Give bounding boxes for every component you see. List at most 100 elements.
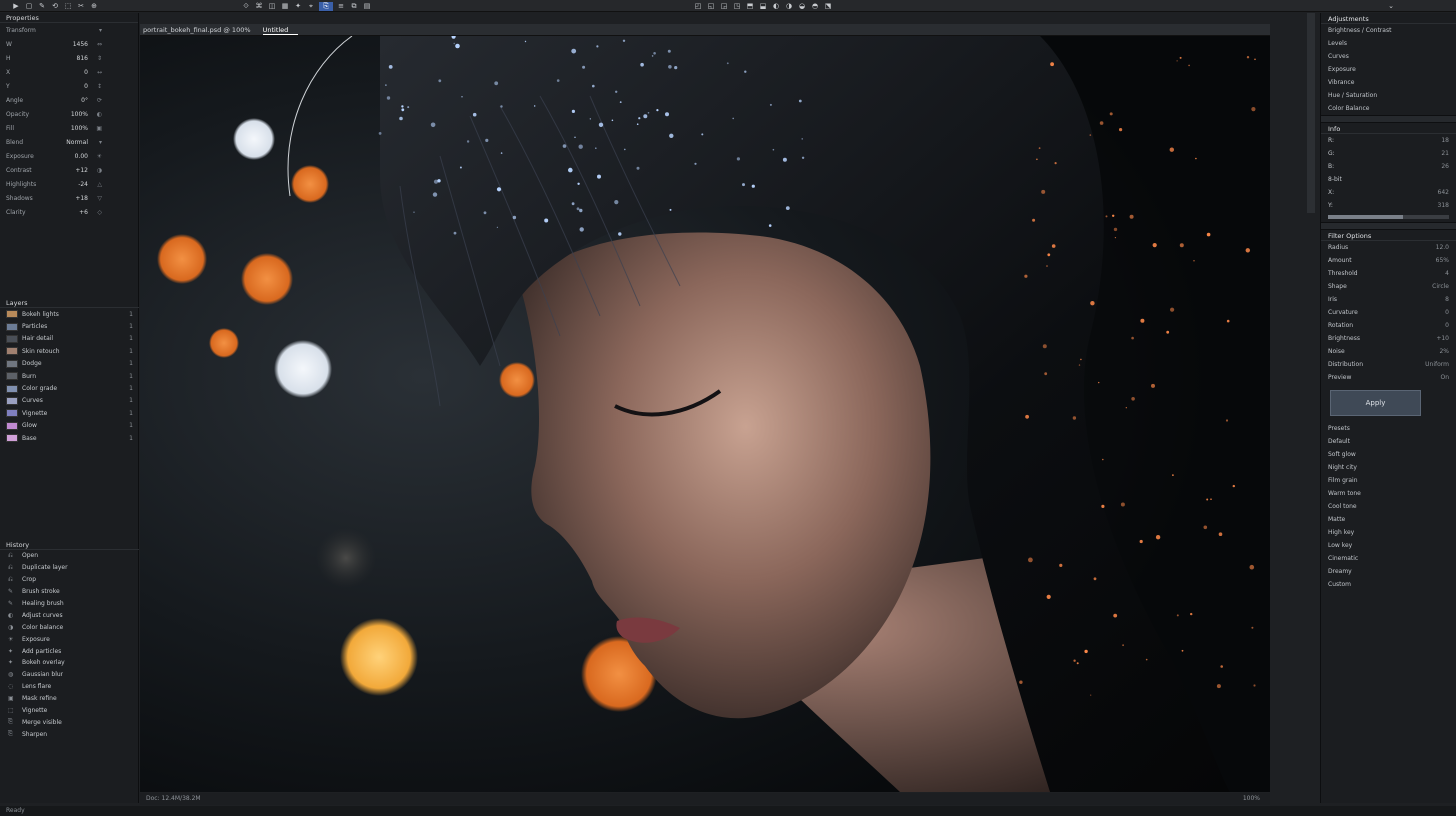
layer-row[interactable]: Vignette 1 <box>0 407 139 419</box>
toolbar-tool-icon[interactable]: ✂ <box>76 2 86 11</box>
toolbar-tool-icon[interactable]: ⧉ <box>349 2 359 11</box>
toolbar-tool-icon[interactable]: ▤ <box>362 2 372 11</box>
adjustment-item[interactable]: Hue / Saturation <box>1321 89 1456 102</box>
history-item[interactable]: ⎌ Duplicate layer <box>0 562 139 574</box>
preset-item[interactable]: Low key <box>1321 539 1456 552</box>
filter-option-row[interactable]: Brightness +10 <box>1321 332 1456 345</box>
toolbar-tool-icon[interactable]: ▦ <box>280 2 290 11</box>
layer-row[interactable]: Particles 1 <box>0 320 139 332</box>
zoom-level[interactable]: 100% <box>1243 795 1260 802</box>
history-item[interactable]: ⎌ Crop <box>0 574 139 586</box>
toolbar-tool-icon[interactable]: ◓ <box>810 2 820 11</box>
toolbar-tool-icon[interactable]: ⬔ <box>823 2 833 11</box>
chevron-down-icon[interactable]: ⌄ <box>1386 2 1396 11</box>
filter-option-row[interactable]: Shape Circle <box>1321 280 1456 293</box>
property-row[interactable]: Clarity +6 ◇ <box>0 205 138 219</box>
preset-item[interactable]: Film grain <box>1321 474 1456 487</box>
preset-item[interactable]: Night city <box>1321 461 1456 474</box>
adjustment-item[interactable]: Brightness / Contrast <box>1321 24 1456 37</box>
info-row[interactable]: X: 642 <box>1321 186 1456 199</box>
filter-option-row[interactable]: Amount 65% <box>1321 254 1456 267</box>
property-row[interactable]: Y 0 ↕ <box>0 79 138 93</box>
history-item[interactable]: ✦ Add particles <box>0 645 139 657</box>
history-item[interactable]: ✎ Healing brush <box>0 598 139 610</box>
property-value[interactable]: 816 <box>58 55 88 62</box>
adjustment-item[interactable]: Exposure <box>1321 63 1456 76</box>
toolbar-tool-icon[interactable]: ▢ <box>24 2 34 11</box>
tab-document[interactable]: portrait_bokeh_final.psd @ 100% <box>143 26 261 34</box>
info-row[interactable]: G: 21 <box>1321 147 1456 160</box>
image-canvas[interactable] <box>140 36 1270 792</box>
history-item[interactable]: ◐ Adjust curves <box>0 609 139 621</box>
layer-row[interactable]: Glow 1 <box>0 420 139 432</box>
filter-option-row[interactable]: Noise 2% <box>1321 345 1456 358</box>
adjustment-item[interactable]: Curves <box>1321 50 1456 63</box>
property-row[interactable]: X 0 ↔ <box>0 65 138 79</box>
filter-option-row[interactable]: Radius 12.0 <box>1321 241 1456 254</box>
info-row[interactable]: B: 26 <box>1321 160 1456 173</box>
preset-item[interactable]: High key <box>1321 526 1456 539</box>
toolbar-tool-icon[interactable]: ⬓ <box>758 2 768 11</box>
property-value[interactable]: -24 <box>58 181 88 188</box>
preset-item[interactable]: Warm tone <box>1321 487 1456 500</box>
property-row[interactable]: Transform ▾ <box>0 23 138 37</box>
property-row[interactable]: Fill 100% ▣ <box>0 121 138 135</box>
toolbar-tool-icon[interactable]: ⟐ <box>241 2 251 11</box>
history-item[interactable]: ✎ Brush stroke <box>0 586 139 598</box>
preset-item[interactable]: Cool tone <box>1321 500 1456 513</box>
info-row[interactable]: Y: 318 <box>1321 199 1456 212</box>
history-item[interactable]: ⎘ Merge visible <box>0 716 139 728</box>
toolbar-tool-icon[interactable]: ◐ <box>771 2 781 11</box>
property-value[interactable]: 0.00 <box>58 153 88 160</box>
toolbar-tool-icon[interactable]: ◰ <box>693 2 703 11</box>
filter-option-row[interactable]: Distribution Uniform <box>1321 358 1456 371</box>
filter-option-row[interactable]: Preview On <box>1321 371 1456 384</box>
preset-item[interactable]: Dreamy <box>1321 565 1456 578</box>
toolbar-tool-icon[interactable]: ◱ <box>706 2 716 11</box>
toolbar-tool-icon[interactable]: ◒ <box>797 2 807 11</box>
layer-row[interactable]: Burn 1 <box>0 370 139 382</box>
apply-button[interactable]: Apply <box>1330 390 1421 416</box>
right-panel-scrollbar[interactable] <box>1307 13 1315 213</box>
history-item[interactable]: ⬚ Vignette <box>0 705 139 717</box>
preset-item[interactable]: Matte <box>1321 513 1456 526</box>
preset-item[interactable]: Default <box>1321 435 1456 448</box>
info-row[interactable]: 8-bit <box>1321 173 1456 186</box>
property-value[interactable]: +12 <box>58 167 88 174</box>
amount-slider[interactable] <box>1328 215 1449 219</box>
toolbar-tool-icon[interactable]: ◲ <box>719 2 729 11</box>
filter-option-row[interactable]: Iris 8 <box>1321 293 1456 306</box>
property-row[interactable]: Opacity 100% ◐ <box>0 107 138 121</box>
property-value[interactable]: Normal <box>58 139 88 146</box>
property-value[interactable]: +6 <box>58 209 88 216</box>
toolbar-tool-icon[interactable]: ◫ <box>267 2 277 11</box>
history-item[interactable]: ✦ Bokeh overlay <box>0 657 139 669</box>
property-value[interactable]: 1456 <box>58 41 88 48</box>
layer-row[interactable]: Hair detail 1 <box>0 333 139 345</box>
property-value[interactable]: 0 <box>58 69 88 76</box>
adjustment-item[interactable]: Color Balance <box>1321 102 1456 115</box>
preset-item[interactable]: Presets <box>1321 422 1456 435</box>
layer-row[interactable]: Dodge 1 <box>0 358 139 370</box>
history-item[interactable]: ◑ Color balance <box>0 621 139 633</box>
layer-row[interactable]: Base 1 <box>0 432 139 444</box>
preset-item[interactable]: Custom <box>1321 578 1456 591</box>
toolbar-tool-icon[interactable]: ◳ <box>732 2 742 11</box>
tab-untitled[interactable]: Untitled <box>262 26 299 35</box>
property-row[interactable]: H 816 ⇕ <box>0 51 138 65</box>
toolbar-tool-icon[interactable]: ⎘ <box>319 1 333 11</box>
toolbar-tool-icon[interactable]: ⌘ <box>254 2 264 11</box>
layer-row[interactable]: Skin retouch 1 <box>0 345 139 357</box>
layer-row[interactable]: Curves 1 <box>0 395 139 407</box>
filter-option-row[interactable]: Threshold 4 <box>1321 267 1456 280</box>
layer-row[interactable]: Bokeh lights 1 <box>0 308 139 320</box>
layer-row[interactable]: Color grade 1 <box>0 382 139 394</box>
adjustment-item[interactable]: Vibrance <box>1321 76 1456 89</box>
history-item[interactable]: ▣ Mask refine <box>0 693 139 705</box>
property-value[interactable]: +18 <box>58 195 88 202</box>
preset-item[interactable]: Soft glow <box>1321 448 1456 461</box>
history-item[interactable]: ⎘ Sharpen <box>0 728 139 740</box>
toolbar-tool-icon[interactable]: ✦ <box>293 2 303 11</box>
property-value[interactable]: 0° <box>58 97 88 104</box>
history-item[interactable]: ◌ Lens flare <box>0 681 139 693</box>
